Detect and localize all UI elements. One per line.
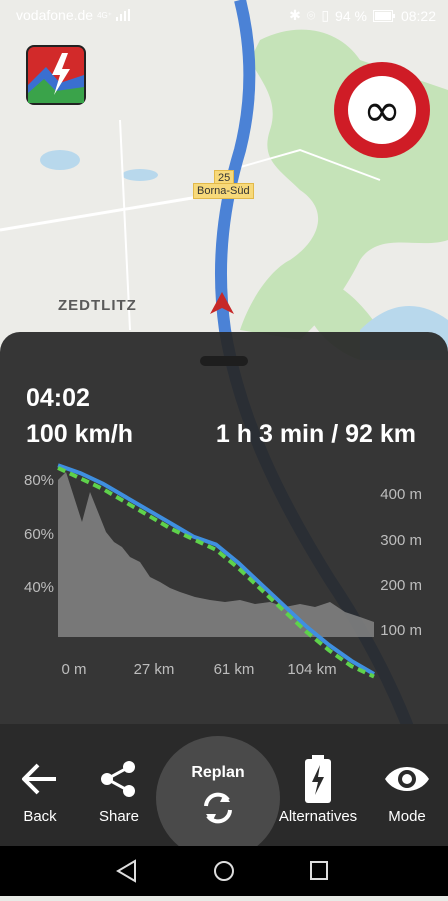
y-left-tick-label: 80%: [24, 472, 54, 489]
x-tick-label: 0 m: [61, 661, 86, 678]
battery-icon: [372, 9, 395, 22]
y-right-tick-label: 300 m: [380, 532, 422, 549]
system-navigation-bar: [0, 846, 448, 896]
alternatives-label: Alternatives: [278, 808, 358, 825]
share-button[interactable]: Share: [79, 754, 159, 825]
eye-icon: [385, 767, 429, 791]
back-button[interactable]: Back: [0, 754, 80, 825]
bottom-toolbar: Back Share Replan Alternatives Mode: [0, 724, 448, 860]
elevation-battery-chart: 0 m 27 km 61 km 104 km 80% 60% 40% 400 m 300 m 20…: [24, 463, 422, 679]
y-left-tick-label: 60%: [24, 526, 54, 543]
town-label: ZEDTLITZ: [58, 297, 137, 314]
replan-label: Replan: [191, 764, 245, 781]
battery-charging-icon: [305, 755, 331, 803]
arrow-left-icon: [22, 763, 56, 795]
elevation-area: [58, 472, 374, 637]
x-tick-label: 61 km: [214, 661, 255, 678]
route-info-panel: 04:02 100 km/h 1 h 3 min / 92 km 0 m 27 k…: [0, 332, 448, 724]
travel-speed: 100 km/h: [26, 420, 134, 448]
replan-button[interactable]: Replan: [156, 736, 280, 860]
speed-limit-sign: ∞: [334, 62, 430, 158]
back-label: Back: [23, 808, 57, 825]
nav-home-icon[interactable]: [214, 861, 234, 881]
refresh-icon: [204, 792, 232, 824]
network-label: 4G⁺: [97, 10, 112, 20]
battery-percent: 94 %: [335, 7, 367, 24]
x-tick-label: 104 km: [287, 661, 336, 678]
app-logo[interactable]: [26, 45, 86, 105]
share-icon: [101, 761, 135, 797]
status-bar: vodafone.de 4G⁺ ✱ ⌾ ▯ 94 % 08:22: [0, 0, 448, 32]
duration-distance: 1 h 3 min / 92 km: [215, 420, 416, 448]
bluetooth-icon: ✱: [289, 7, 301, 23]
vibrate-icon: ▯: [321, 7, 330, 23]
y-right-tick-label: 100 m: [380, 622, 422, 639]
mode-button[interactable]: Mode: [367, 754, 447, 825]
carrier-label: vodafone.de: [16, 7, 94, 23]
drag-handle[interactable]: [200, 356, 248, 366]
x-tick-label: 27 km: [134, 661, 175, 678]
lightning-logo-icon: [28, 47, 84, 103]
y-left-tick-label: 40%: [24, 579, 54, 596]
nav-back-icon[interactable]: [116, 859, 136, 883]
place-label: Borna-Süd: [193, 183, 254, 199]
nav-recents-icon[interactable]: [310, 861, 328, 880]
share-label: Share: [98, 808, 140, 825]
signal-icon: [115, 9, 130, 21]
y-right-tick-label: 200 m: [380, 577, 422, 594]
clock: 08:22: [400, 7, 436, 24]
y-right-tick-label: 400 m: [380, 486, 422, 503]
arrival-time: 04:02: [26, 384, 90, 412]
alternatives-button[interactable]: Alternatives: [278, 754, 358, 825]
location-icon: ⌾: [306, 7, 316, 23]
speed-limit-value: ∞: [348, 76, 416, 144]
mode-label: Mode: [388, 808, 426, 825]
